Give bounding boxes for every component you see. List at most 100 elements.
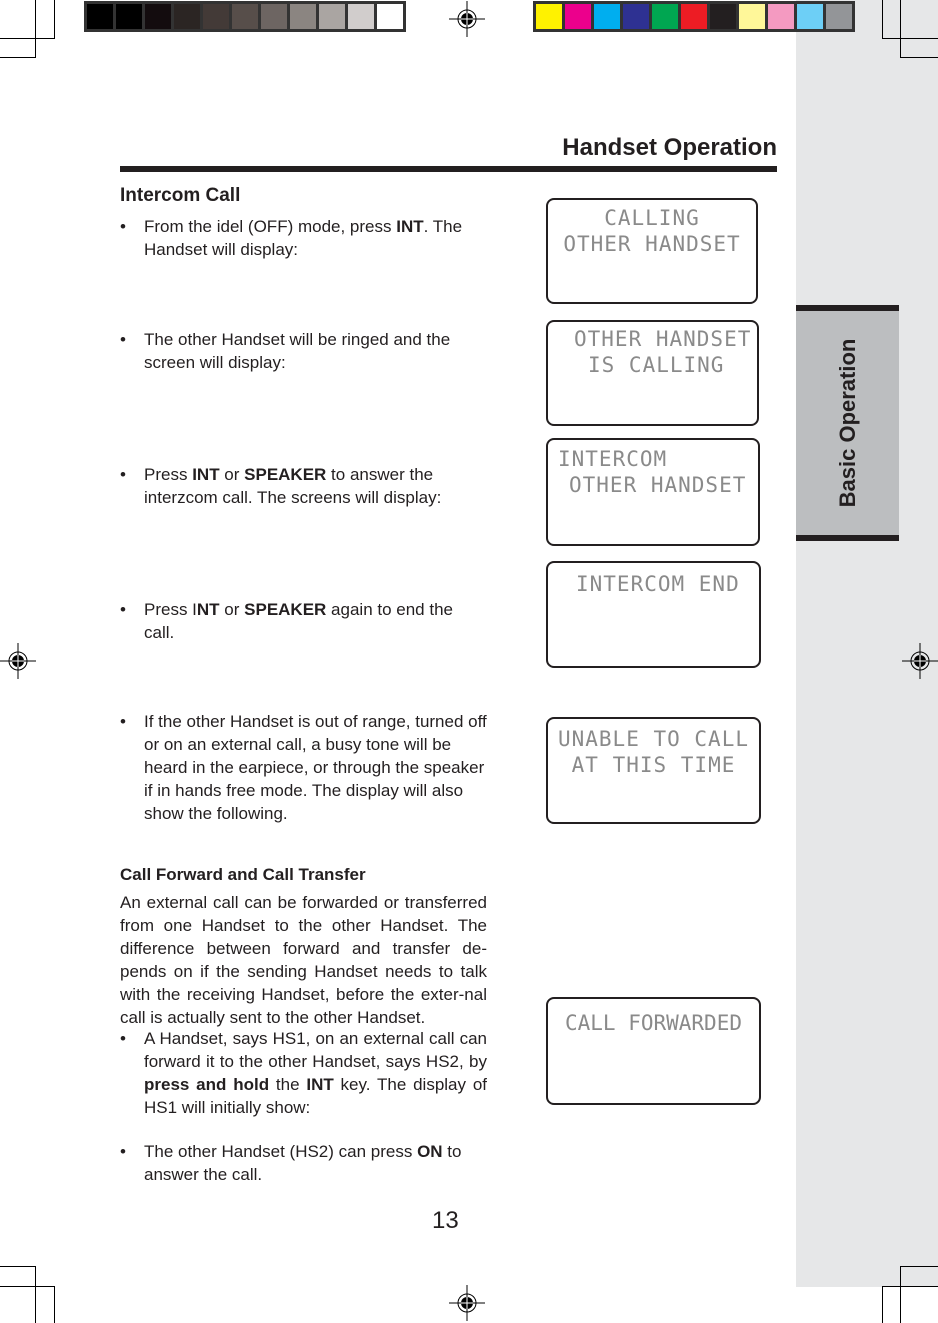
- bullet-text: The other Handset (HS2) can press ON to …: [120, 1140, 487, 1186]
- lcd-line: CALL FORWARDED: [564, 1011, 742, 1035]
- text-run: or: [219, 600, 245, 619]
- crop-mark: [0, 1286, 55, 1287]
- registration-target-icon: [902, 643, 938, 679]
- color-swatch: [536, 4, 562, 29]
- text-run: or: [219, 465, 245, 484]
- text-run: If the other Handset is out of range, tu…: [144, 712, 487, 823]
- color-swatch: [116, 4, 142, 29]
- lcd-screen-intercom-end: INTERCOM END: [546, 561, 761, 668]
- bullet-text: If the other Handset is out of range, tu…: [120, 710, 487, 825]
- lcd-line: OTHER HANDSET: [574, 327, 752, 351]
- color-swatch: [768, 4, 794, 29]
- bullet-text: Press INT or SPEAKER again to end the ca…: [120, 598, 487, 644]
- color-swatch: [623, 4, 649, 29]
- bullet-icon: •: [120, 712, 126, 731]
- color-swatch: [594, 4, 620, 29]
- key-name: press and hold: [144, 1075, 270, 1094]
- bullet-item: • If the other Handset is out of range, t…: [120, 710, 487, 825]
- lcd-line: UNABLE TO CALL: [557, 727, 749, 751]
- lcd-screen-unable: UNABLE TO CALL AT THIS TIME: [546, 717, 761, 824]
- crop-mark: [882, 1286, 883, 1323]
- text-run: Press I: [144, 600, 197, 619]
- bullet-item: • The other Handset (HS2) can press ON to…: [120, 1140, 487, 1186]
- color-swatch: [377, 4, 403, 29]
- text-run: Press: [144, 465, 193, 484]
- section-tab-label: Basic Operation: [834, 338, 860, 508]
- lcd-line: INTERCOM: [558, 447, 668, 471]
- crop-mark: [882, 38, 938, 39]
- lcd-screen-incoming: OTHER HANDSET IS CALLING: [546, 320, 759, 426]
- key-name: SPEAKER: [244, 600, 327, 619]
- bullet-text: Press INT or SPEAKER to answer the inter…: [120, 463, 487, 509]
- lcd-line: IS CALLING: [588, 353, 725, 377]
- crop-mark: [0, 57, 35, 58]
- bullet-text: The other Handset will be ringed and the…: [120, 328, 487, 374]
- color-swatch: [826, 4, 852, 29]
- color-swatch: [290, 4, 316, 29]
- color-calibration-bar: [533, 1, 855, 32]
- color-swatch: [232, 4, 258, 29]
- key-name: INT: [192, 465, 220, 484]
- bullet-item: • A Handset, says HS1, on an external ca…: [120, 1027, 487, 1119]
- color-swatch: [652, 4, 678, 29]
- bullet-icon: •: [120, 1142, 126, 1161]
- key-name: INT: [306, 1075, 334, 1094]
- bullet-icon: •: [120, 600, 126, 619]
- lcd-line: AT THIS TIME: [571, 753, 736, 777]
- color-swatch: [261, 4, 287, 29]
- forward-paragraph: An external call can be forwarded or tra…: [120, 893, 487, 1027]
- color-swatch: [348, 4, 374, 29]
- section-heading-intercom: Intercom Call: [120, 185, 241, 206]
- bullet-item: • Press INT or SPEAKER again to end the c…: [120, 598, 487, 644]
- bullet-icon: •: [120, 465, 126, 484]
- lcd-screen-intercom: INTERCOM OTHER HANDSET: [546, 438, 760, 546]
- lcd-screen-call-forwarded: CALL FORWARDED: [546, 997, 761, 1105]
- lcd-screen-calling: CALLING OTHER HANDSET: [546, 198, 758, 304]
- text-run: The other Handset (HS2) can press: [144, 1142, 418, 1161]
- section-tab: Basic Operation: [796, 305, 899, 541]
- lcd-line: OTHER HANDSET: [569, 473, 747, 497]
- crop-mark: [54, 1286, 55, 1323]
- bullet-item: • Press INT or SPEAKER to answer the inte…: [120, 463, 487, 509]
- color-swatch: [739, 4, 765, 29]
- color-swatch: [174, 4, 200, 29]
- key-name: SPEAKER: [244, 465, 327, 484]
- key-name: INT: [396, 217, 424, 236]
- key-name: NT: [196, 600, 220, 619]
- crop-mark: [54, 0, 55, 38]
- bullet-item: • From the idel (OFF) mode, press INT. Th…: [120, 215, 487, 261]
- crop-mark: [35, 1266, 36, 1323]
- text-run: From the idel (OFF) mode, press: [144, 217, 397, 236]
- crop-mark: [900, 57, 938, 58]
- registration-target-icon: [449, 1285, 485, 1321]
- registration-target-icon: [0, 643, 36, 679]
- crop-mark: [900, 1266, 938, 1267]
- text-run: The other Handset will be ringed and the…: [144, 330, 451, 372]
- lcd-line: CALLING: [604, 206, 700, 230]
- bullet-item: • The other Handset will be ringed and th…: [120, 328, 487, 374]
- color-swatch: [145, 4, 171, 29]
- text-run: A Handset, says HS1, on an external call…: [144, 1029, 487, 1071]
- lcd-line: OTHER HANDSET: [563, 232, 741, 256]
- color-swatch: [319, 4, 345, 29]
- header-rule: [120, 166, 777, 172]
- crop-mark: [35, 0, 36, 58]
- text-run: the: [269, 1075, 307, 1094]
- section-heading-forward: Call Forward and Call Transfer: [120, 865, 366, 884]
- bullet-icon: •: [120, 330, 126, 349]
- page-number: 13: [432, 1207, 459, 1234]
- bullet-text: From the idel (OFF) mode, press INT. The…: [120, 215, 487, 261]
- gray-calibration-bar: [84, 1, 406, 32]
- color-swatch: [681, 4, 707, 29]
- bullet-icon: •: [120, 1029, 126, 1048]
- color-swatch: [203, 4, 229, 29]
- crop-mark: [0, 38, 55, 39]
- color-swatch: [710, 4, 736, 29]
- color-swatch: [565, 4, 591, 29]
- crop-mark: [900, 1266, 901, 1323]
- color-swatch: [797, 4, 823, 29]
- page-header-title: Handset Operation: [562, 134, 777, 161]
- registration-target-icon: [449, 1, 485, 37]
- crop-mark: [0, 1266, 35, 1267]
- lcd-line: INTERCOM END: [576, 572, 740, 596]
